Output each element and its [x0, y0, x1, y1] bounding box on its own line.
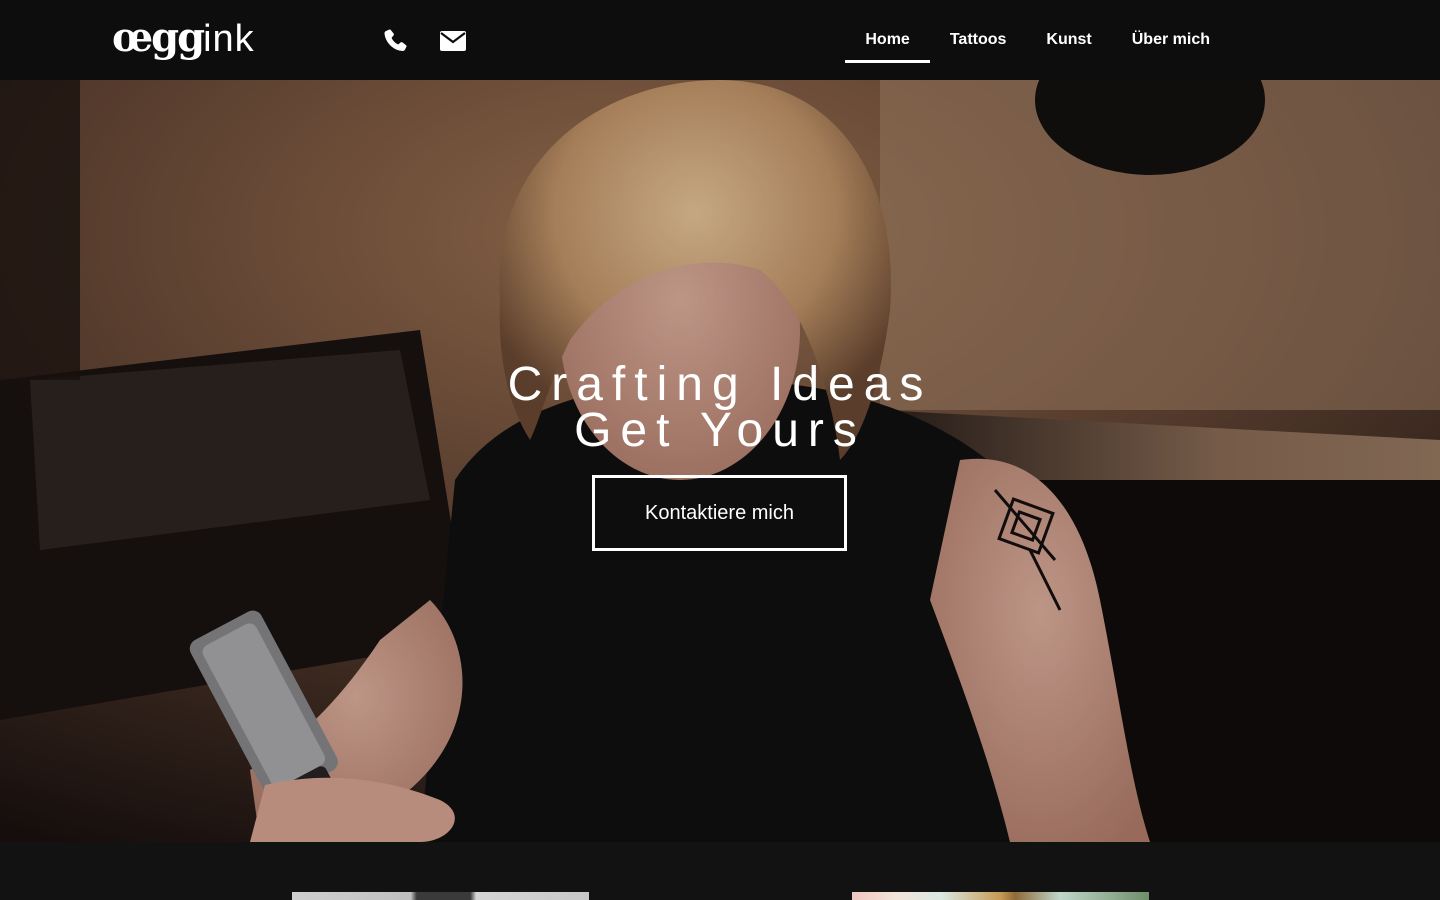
- envelope-icon[interactable]: [438, 26, 468, 56]
- nav-item-label: Home: [865, 31, 910, 48]
- nav-item-label: Tattoos: [949, 31, 1007, 48]
- nav-item-label: Kunst: [1046, 31, 1092, 48]
- gallery-thumbnail-image[interactable]: [852, 892, 1149, 900]
- site-header: œggink Home Tattoos Kunst Über mich: [0, 0, 1440, 80]
- hero-title-line-2: Get Yours: [574, 404, 866, 457]
- gallery-preview-section: [0, 842, 1440, 900]
- hero-section: Crafting Ideas Get Yours Kontaktiere mic…: [0, 80, 1440, 842]
- logo-text-part-a: œgg: [112, 14, 205, 61]
- logo[interactable]: œggink: [112, 14, 255, 62]
- nav-item-label: Über mich: [1131, 31, 1210, 48]
- logo-text-part-b: ink: [203, 18, 255, 60]
- nav-item-kunst[interactable]: Kunst: [1026, 0, 1111, 80]
- contact-icons: [380, 26, 468, 56]
- hero-title: Crafting Ideas Get Yours: [0, 358, 1440, 457]
- hero-overlay: [0, 80, 1440, 842]
- nav-item-ueber-mich[interactable]: Über mich: [1112, 0, 1230, 80]
- gallery-thumbnail-image[interactable]: [292, 892, 589, 900]
- contact-me-button[interactable]: Kontaktiere mich: [592, 475, 847, 551]
- nav-item-tattoos[interactable]: Tattoos: [930, 0, 1027, 80]
- nav-item-home[interactable]: Home: [845, 0, 931, 80]
- hero-title-line-1: Crafting Ideas: [507, 358, 933, 411]
- main-nav: Home Tattoos Kunst Über mich: [845, 0, 1230, 80]
- phone-icon[interactable]: [380, 26, 410, 56]
